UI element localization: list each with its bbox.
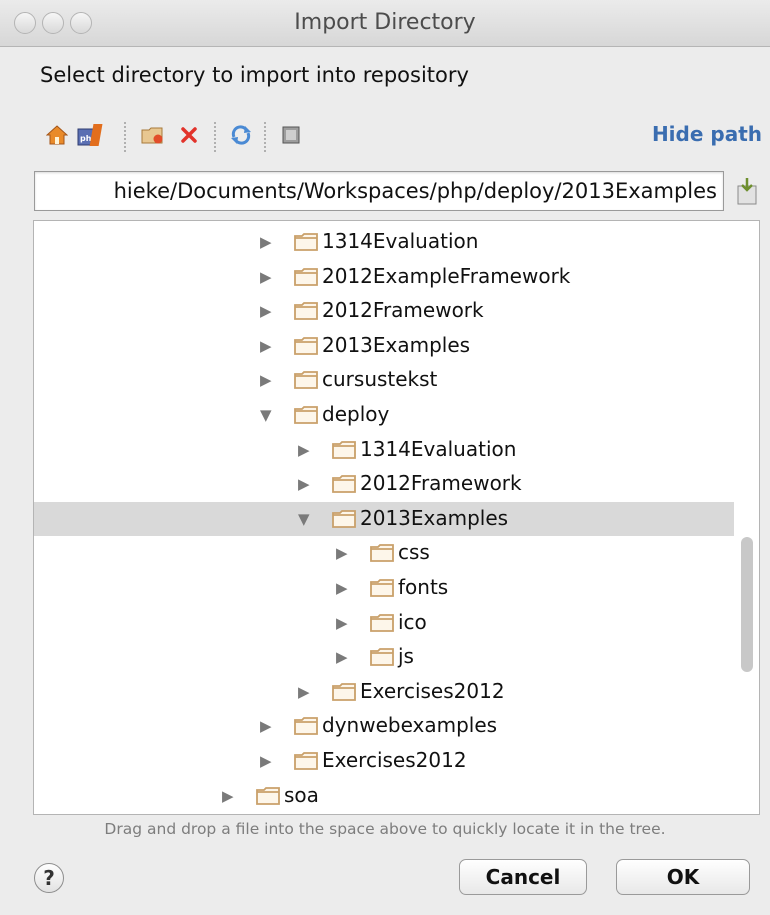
folder-icon (370, 544, 394, 563)
folder-icon (332, 475, 356, 494)
tree-row-label: js (398, 644, 414, 669)
folder-icon (256, 786, 280, 805)
tree-row[interactable]: ▼ 2013Examples (34, 501, 734, 536)
folder-icon (332, 440, 356, 459)
refresh-icon[interactable] (224, 118, 258, 152)
folder-icon (294, 717, 318, 736)
disclosure-collapsed-icon[interactable]: ▶ (298, 476, 310, 492)
folder-icon (294, 302, 318, 321)
tree-row-label: deploy (322, 402, 390, 426)
tree-row-label: css (398, 540, 430, 565)
tree-row[interactable]: ▶ js (34, 640, 734, 674)
tree-row-label: 2013Examples (360, 505, 509, 530)
disclosure-collapsed-icon[interactable]: ▶ (222, 788, 234, 804)
tree-row-label: 2012Framework (360, 471, 522, 496)
disclosure-collapsed-icon[interactable]: ▶ (260, 718, 272, 734)
cancel-button[interactable]: Cancel (459, 859, 587, 895)
disclosure-collapsed-icon[interactable]: ▶ (260, 269, 272, 285)
disclosure-collapsed-icon[interactable]: ▶ (260, 234, 272, 250)
ok-button[interactable]: OK (616, 859, 750, 895)
tree-row-label: 1314Evaluation (322, 229, 479, 253)
show-hidden-icon[interactable] (274, 118, 308, 152)
tree-row-label: 2013Examples (322, 332, 471, 357)
dialog-subtitle: Select directory to import into reposito… (40, 63, 469, 87)
disclosure-collapsed-icon[interactable]: ▶ (260, 338, 272, 354)
disclosure-expanded-icon[interactable]: ▼ (298, 511, 310, 527)
tree-row-label: Exercises2012 (360, 678, 505, 703)
tree-scrollbar[interactable] (741, 537, 753, 672)
tree-row[interactable]: ▶ 1314Evaluation (34, 433, 734, 467)
folder-icon (332, 509, 356, 528)
folder-icon (370, 579, 394, 597)
tree-row-label: 1314Evaluation (360, 436, 517, 461)
tree-row[interactable]: ▶ ico (34, 606, 734, 640)
folder-icon (370, 648, 394, 667)
disclosure-collapsed-icon[interactable]: ▶ (260, 753, 272, 769)
disclosure-collapsed-icon[interactable]: ▶ (336, 649, 348, 665)
folder-icon (294, 752, 318, 770)
disclosure-collapsed-icon[interactable]: ▶ (336, 545, 348, 561)
disclosure-collapsed-icon[interactable]: ▶ (298, 684, 310, 700)
title-bar: Import Directory (0, 0, 770, 47)
tree-row[interactable]: ▶ cursustekst (34, 363, 734, 397)
folder-icon (294, 336, 318, 355)
disclosure-collapsed-icon[interactable]: ▶ (336, 580, 348, 596)
disclosure-expanded-icon[interactable]: ▼ (260, 407, 272, 423)
folder-icon (294, 267, 318, 286)
tree-row-label: cursustekst (322, 367, 438, 392)
tree-row[interactable]: ▶ 2013Examples (34, 329, 734, 363)
tree-row[interactable]: ▶ dynwebexamples (34, 709, 734, 743)
drag-drop-hint: Drag and drop a file into the space abov… (104, 820, 666, 838)
tree-row-label: fonts (398, 575, 449, 599)
tree-row-label: soa (284, 782, 319, 807)
home-icon[interactable] (40, 118, 74, 152)
window-title: Import Directory (294, 10, 476, 35)
tree-row-label: Exercises2012 (322, 748, 467, 772)
tree-row[interactable]: ▶ 2012Framework (34, 467, 734, 501)
disclosure-collapsed-icon[interactable]: ▶ (260, 303, 272, 319)
tree-row-label: 2012ExampleFramework (322, 263, 571, 288)
help-button[interactable]: ? (34, 863, 64, 893)
path-input-value: hieke/Documents/Workspaces/php/deploy/20… (113, 179, 717, 203)
disclosure-collapsed-icon[interactable]: ▶ (298, 442, 310, 458)
tree-row-label: 2012Framework (322, 298, 484, 323)
path-input[interactable]: hieke/Documents/Workspaces/php/deploy/20… (34, 171, 724, 211)
tree-row-label: dynwebexamples (322, 713, 498, 738)
tree-row[interactable]: ▶ css (34, 536, 734, 570)
folder-icon (370, 613, 394, 632)
tree-row[interactable]: ▶ soa (34, 779, 734, 813)
tree-row[interactable]: ▼ deploy (34, 398, 734, 432)
folder-icon (294, 371, 318, 390)
tree-row[interactable]: ▶ 1314Evaluation (34, 225, 734, 259)
hide-path-link[interactable]: Hide path (652, 122, 762, 146)
folder-icon (332, 682, 356, 701)
tree-row[interactable]: ▶ 2012ExampleFramework (34, 260, 734, 294)
tree-row[interactable]: ▶ fonts (34, 571, 734, 605)
tree-row[interactable]: ▶ Exercises2012 (34, 744, 734, 778)
tree-row[interactable]: ▶ 2012Framework (34, 294, 734, 328)
disclosure-collapsed-icon[interactable]: ▶ (336, 615, 348, 631)
tree-row-label: ico (398, 609, 427, 634)
folder-icon (294, 406, 318, 424)
delete-icon[interactable] (172, 118, 206, 152)
new-folder-icon[interactable] (136, 118, 170, 152)
browse-path-icon[interactable] (734, 176, 760, 206)
directory-tree[interactable]: ▶ 1314Evaluation ▶ 2012ExampleFramework ▶ 201… (33, 220, 760, 815)
folder-icon (294, 233, 318, 251)
disclosure-collapsed-icon[interactable]: ▶ (260, 372, 272, 388)
tree-row[interactable]: ▶ Exercises2012 (34, 675, 734, 709)
php-project-icon[interactable]: php (74, 118, 108, 152)
